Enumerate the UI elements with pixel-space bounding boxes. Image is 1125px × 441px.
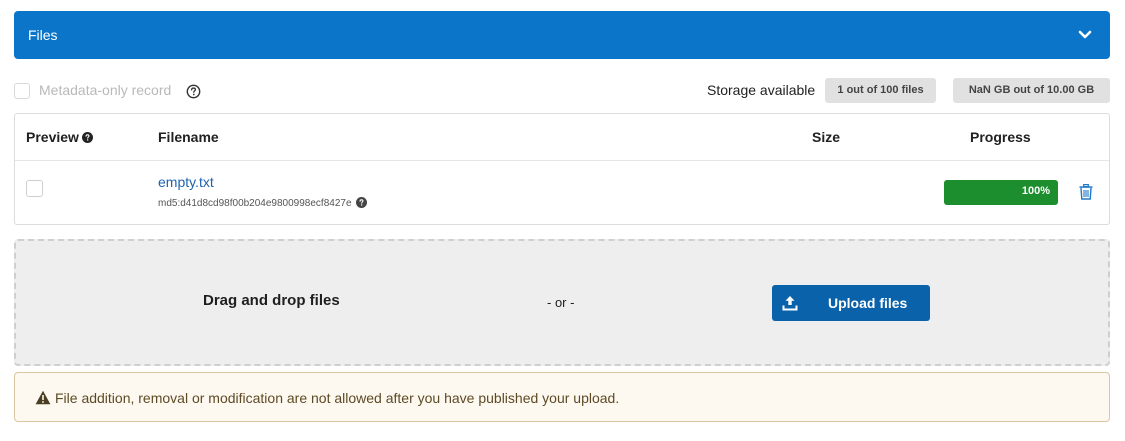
- metadata-storage-row: Metadata-only record Storage available 1…: [14, 78, 1110, 104]
- table-header: Preview Filename Size Progress: [15, 114, 1109, 161]
- column-header-progress: Progress: [970, 129, 1031, 145]
- files-accordion-header[interactable]: Files: [14, 11, 1110, 59]
- upload-progress-bar: 100%: [944, 180, 1058, 205]
- file-dropzone[interactable]: Drag and drop files - or - Upload files: [14, 239, 1110, 366]
- checksum-text: md5:d41d8cd98f00b204e9800998ecf8427e: [158, 197, 368, 209]
- warning-triangle-icon: [35, 390, 51, 405]
- files-panel: Files Metadata-only record Storage avail…: [0, 0, 1125, 441]
- filename-link[interactable]: empty.txt: [158, 174, 214, 190]
- checksum-value: md5:d41d8cd98f00b204e9800998ecf8427e: [158, 198, 352, 209]
- metadata-only-label: Metadata-only record: [39, 82, 172, 98]
- column-header-preview: Preview: [26, 129, 93, 145]
- warning-message: File addition, removal or modification a…: [14, 372, 1110, 422]
- warning-text: File addition, removal or modification a…: [55, 390, 620, 406]
- storage-available-label: Storage available: [707, 82, 816, 98]
- size-quota-badge: NaN GB out of 10.00 GB: [953, 78, 1110, 103]
- trash-icon[interactable]: [1079, 184, 1093, 200]
- files-quota-badge: 1 out of 100 files: [825, 78, 936, 103]
- dropzone-text: Drag and drop files: [203, 292, 340, 309]
- question-filled-icon[interactable]: [356, 197, 368, 208]
- files-title: Files: [28, 27, 58, 43]
- files-table: Preview Filename Size Progress empty.txt…: [14, 113, 1110, 225]
- upload-files-button[interactable]: Upload files: [772, 285, 930, 321]
- question-filled-icon[interactable]: [81, 132, 93, 143]
- preview-checkbox[interactable]: [26, 180, 43, 197]
- question-circle-icon[interactable]: [186, 84, 201, 99]
- dropzone-or-text: - or -: [547, 295, 575, 310]
- column-header-size: Size: [812, 129, 841, 145]
- upload-icon: [782, 296, 798, 311]
- progress-label: 100%: [1021, 185, 1050, 197]
- column-header-filename: Filename: [158, 129, 219, 145]
- preview-header-label: Preview: [26, 129, 79, 145]
- metadata-only-checkbox[interactable]: [14, 83, 30, 99]
- upload-files-label: Upload files: [828, 295, 908, 311]
- chevron-down-icon[interactable]: [1076, 26, 1094, 44]
